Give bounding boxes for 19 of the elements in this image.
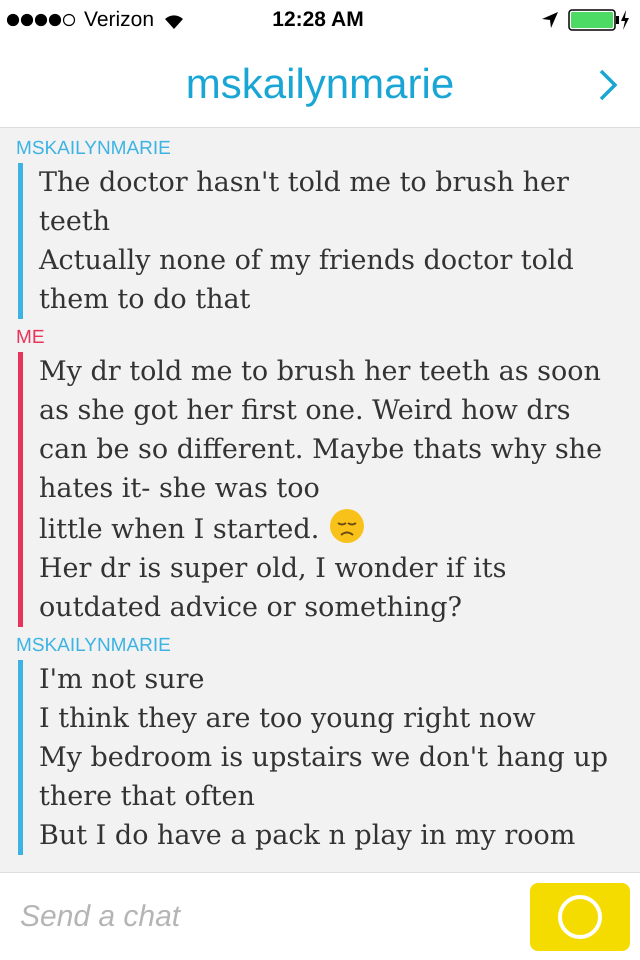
message-text: I'm not sure	[39, 664, 204, 695]
location-arrow-icon	[542, 12, 558, 28]
message-text: Actually none of my friends doctor told them to do that	[39, 245, 574, 315]
message-text: The doctor hasn't told me to brush her teeth	[39, 167, 569, 237]
signal-icon	[6, 13, 76, 27]
clock-time: 12:28 AM	[272, 8, 364, 32]
message-text: But I do have a pack n play in my room	[39, 820, 576, 851]
sender-name: MSKAILYNMARIE	[16, 635, 172, 657]
carrier-name: Verizon	[84, 8, 154, 32]
message-text: little when I started.	[39, 514, 320, 545]
message-text: Her dr is super old, I wonder if its outdated advice or something?	[39, 553, 507, 623]
sender-name: ME	[16, 327, 46, 349]
circle-icon	[557, 894, 603, 940]
chat-title: mskailynmarie	[186, 60, 454, 108]
chevron-right-icon	[598, 68, 618, 102]
message-text: I think they are too young right now	[39, 703, 536, 734]
message-text: My bedroom is upstairs we don't hang up there that often	[39, 742, 608, 812]
battery-icon	[568, 9, 630, 31]
sender-name: MSKAILYNMARIE	[16, 138, 172, 160]
